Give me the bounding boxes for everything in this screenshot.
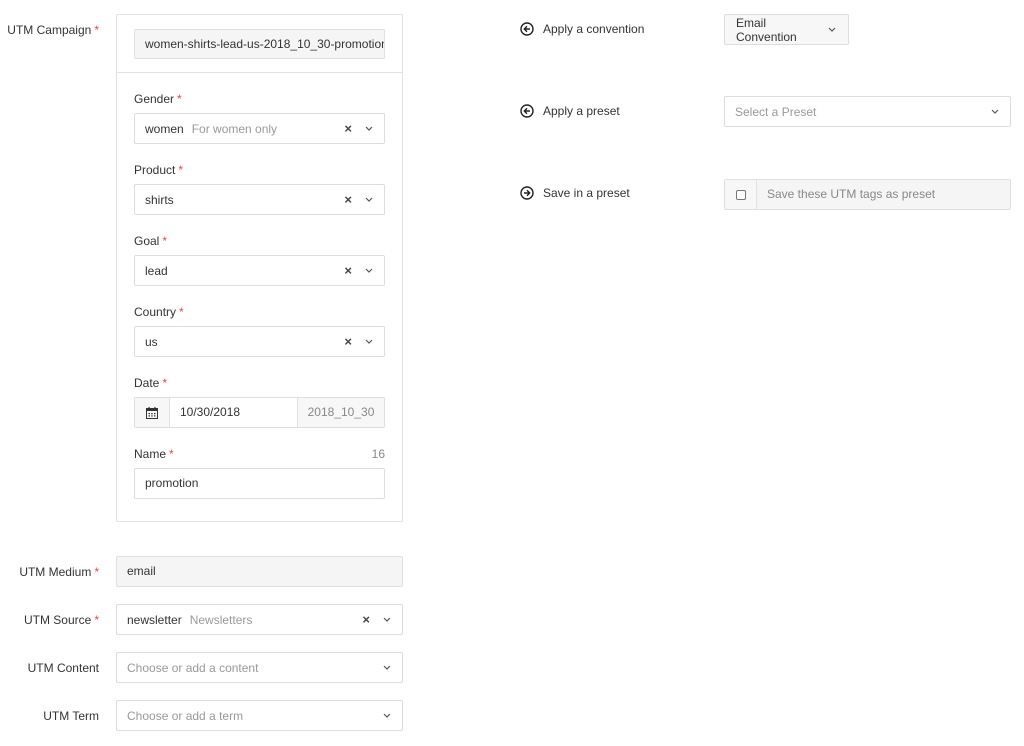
campaign-builder-panel: women-shirts-lead-us-2018_10_30-promotio… xyxy=(116,14,403,522)
utm-source-description: Newsletters xyxy=(189,612,253,627)
apply-convention-label: Apply a convention xyxy=(520,22,644,36)
required-marker: * xyxy=(169,447,174,461)
country-value: us xyxy=(145,334,158,349)
apply-preset-label: Apply a preset xyxy=(520,104,620,118)
name-label: Name * xyxy=(134,447,174,461)
close-icon[interactable]: × xyxy=(344,122,352,135)
chevron-down-icon[interactable] xyxy=(990,107,1000,117)
save-preset-label: Save in a preset xyxy=(520,186,630,200)
save-preset-checkbox-group[interactable]: Save these UTM tags as preset xyxy=(724,179,1011,210)
date-label-text: Date xyxy=(134,376,160,390)
chevron-down-icon[interactable] xyxy=(382,615,392,625)
utm-medium-label-text: UTM Medium xyxy=(19,565,92,579)
required-marker: * xyxy=(162,234,168,248)
utm-content-placeholder: Choose or add a content xyxy=(127,660,259,675)
product-label: Product * xyxy=(134,163,183,177)
utm-campaign-label: UTM Campaign * xyxy=(0,23,99,37)
close-icon[interactable]: × xyxy=(344,193,352,206)
product-value: shirts xyxy=(145,192,174,207)
date-formatted-value: 2018_10_30 xyxy=(297,398,384,427)
convention-button-label: Email Convention xyxy=(736,15,797,44)
utm-source-label: UTM Source * xyxy=(0,613,99,627)
utm-source-value: newsletter xyxy=(127,612,182,627)
utm-term-select[interactable]: Choose or add a term xyxy=(116,700,403,731)
utm-medium-input: email xyxy=(116,556,403,587)
chevron-down-icon xyxy=(828,25,837,35)
name-label-text: Name xyxy=(134,447,167,461)
utm-content-label: UTM Content xyxy=(27,661,99,675)
name-char-count: 16 xyxy=(371,447,385,461)
utm-term-placeholder: Choose or add a term xyxy=(127,708,244,723)
gender-label-text: Gender xyxy=(134,92,175,106)
product-label-text: Product xyxy=(134,163,176,177)
utm-term-label: UTM Term xyxy=(43,709,99,723)
save-preset-text: Save in a preset xyxy=(543,186,630,200)
date-picker[interactable]: 10/30/2018 2018_10_30 xyxy=(134,397,385,428)
apply-convention-text: Apply a convention xyxy=(543,22,645,36)
utm-medium-label: UTM Medium * xyxy=(0,565,99,579)
required-marker: * xyxy=(162,376,168,390)
preset-placeholder: Select a Preset xyxy=(735,104,817,119)
utm-source-label-text: UTM Source xyxy=(23,613,92,627)
preset-select[interactable]: Select a Preset xyxy=(724,96,1011,127)
arrow-circle-right-icon xyxy=(520,186,534,200)
chevron-down-icon[interactable] xyxy=(364,195,374,205)
calendar-icon[interactable] xyxy=(135,398,170,427)
required-marker: * xyxy=(94,613,99,627)
utm-campaign-label-text: UTM Campaign xyxy=(7,23,92,37)
campaign-generated-value: women-shirts-lead-us-2018_10_30-promotio… xyxy=(134,29,385,59)
gender-label: Gender * xyxy=(134,92,182,106)
goal-label-text: Goal xyxy=(134,234,160,248)
arrow-circle-left-icon xyxy=(520,22,534,36)
apply-preset-text: Apply a preset xyxy=(543,104,620,118)
gender-description: For women only xyxy=(191,121,278,136)
utm-content-select[interactable]: Choose or add a content xyxy=(116,652,403,683)
country-label-text: Country xyxy=(134,305,177,319)
date-label: Date * xyxy=(134,376,167,390)
required-marker: * xyxy=(179,305,184,319)
required-marker: * xyxy=(94,23,99,37)
gender-select[interactable]: women For women only × xyxy=(134,113,385,144)
utm-source-select[interactable]: newsletter Newsletters × xyxy=(116,604,403,635)
goal-value: lead xyxy=(145,263,168,278)
required-marker: * xyxy=(178,163,184,177)
arrow-circle-left-icon xyxy=(520,104,534,118)
name-input[interactable]: promotion xyxy=(134,468,385,499)
country-label: Country * xyxy=(134,305,184,319)
chevron-down-icon[interactable] xyxy=(364,337,374,347)
close-icon[interactable]: × xyxy=(362,613,370,626)
gender-value: women xyxy=(145,121,184,136)
close-icon[interactable]: × xyxy=(344,335,352,348)
chevron-down-icon[interactable] xyxy=(364,266,374,276)
required-marker: * xyxy=(94,565,99,579)
save-preset-checkbox-cell[interactable] xyxy=(725,180,757,209)
goal-select[interactable]: lead × xyxy=(134,255,385,286)
campaign-preview-section: women-shirts-lead-us-2018_10_30-promotio… xyxy=(117,15,402,73)
chevron-down-icon[interactable] xyxy=(382,711,392,721)
save-preset-checkbox-label: Save these UTM tags as preset xyxy=(767,187,936,201)
convention-dropdown-button[interactable]: Email Convention xyxy=(724,14,849,45)
save-preset-checkbox[interactable] xyxy=(735,189,746,200)
date-input[interactable]: 10/30/2018 xyxy=(170,398,297,427)
required-marker: * xyxy=(177,92,182,106)
close-icon[interactable]: × xyxy=(344,264,352,277)
chevron-down-icon[interactable] xyxy=(364,124,374,134)
country-select[interactable]: us × xyxy=(134,326,385,357)
product-select[interactable]: shirts × xyxy=(134,184,385,215)
goal-label: Goal * xyxy=(134,234,167,248)
chevron-down-icon[interactable] xyxy=(382,663,392,673)
